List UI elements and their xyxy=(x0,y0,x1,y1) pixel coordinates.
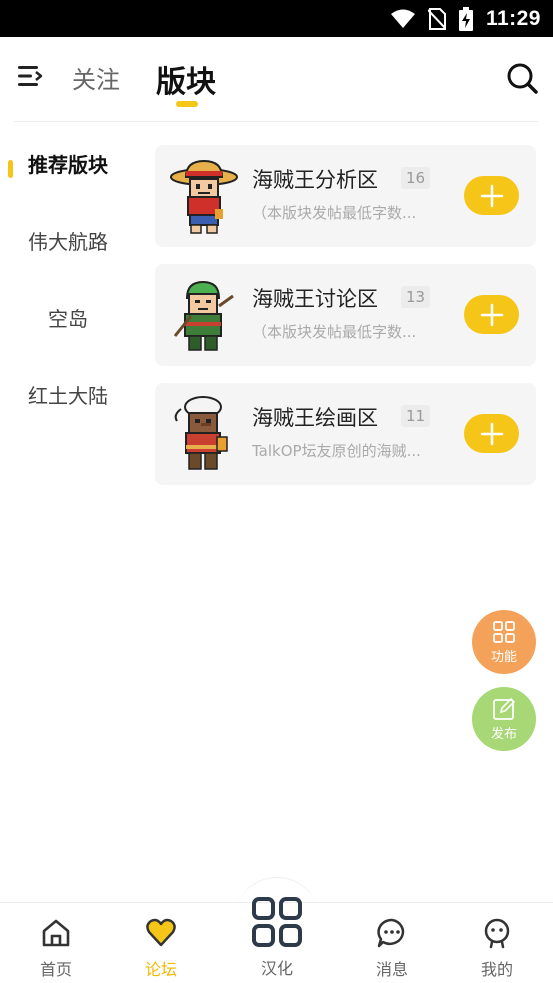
board-card-drawing[interactable]: 海贼王绘画区 11 TalkOP坛友原创的海贼... xyxy=(155,383,536,485)
wifi-icon xyxy=(390,9,415,28)
nav-messages[interactable]: 消息 xyxy=(347,903,437,983)
publish-fab-label: 发布 xyxy=(490,727,517,742)
luffy-avatar xyxy=(170,159,238,234)
grid-icon xyxy=(493,621,515,643)
edit-icon xyxy=(493,697,516,720)
board-post-count: 11 xyxy=(401,405,431,427)
follow-board-button[interactable] xyxy=(464,176,519,215)
status-time: 11:29 xyxy=(485,6,541,30)
heart-icon xyxy=(146,918,176,947)
board-title: 海贼王讨论区 xyxy=(252,287,378,311)
grid-icon xyxy=(252,897,302,947)
nav-translation-label: 汉化 xyxy=(260,959,293,978)
search-icon[interactable] xyxy=(505,61,539,95)
sidebar-item-label: 伟大航路 xyxy=(28,230,108,254)
plus-icon xyxy=(480,303,503,326)
sidebar-item-recommended[interactable]: 推荐版块 xyxy=(0,138,140,178)
nav-forum[interactable]: 论坛 xyxy=(116,903,206,983)
profile-icon xyxy=(484,918,510,949)
sidebar-item-grand-line[interactable]: 伟大航路 xyxy=(0,216,140,256)
follow-board-button[interactable] xyxy=(464,414,519,453)
nav-translation[interactable]: 汉化 xyxy=(232,893,322,983)
usopp-avatar xyxy=(174,396,228,470)
header: 关注 版块 xyxy=(0,37,553,123)
home-icon xyxy=(42,919,70,947)
follow-board-button[interactable] xyxy=(464,295,519,334)
tab-follow[interactable]: 关注 xyxy=(72,60,120,95)
board-description: （本版块发帖最低字数... xyxy=(252,323,417,341)
board-description: （本版块发帖最低字数... xyxy=(252,204,417,222)
nav-profile-label: 我的 xyxy=(480,960,513,979)
plus-icon xyxy=(480,184,503,207)
status-icons: 11:29 xyxy=(390,0,541,37)
no-sim-icon xyxy=(427,7,446,30)
function-fab-label: 功能 xyxy=(490,650,517,665)
board-post-count: 13 xyxy=(401,286,431,308)
board-post-count: 16 xyxy=(401,167,431,189)
sidebar-item-label: 空岛 xyxy=(48,307,88,331)
battery-charging-icon xyxy=(458,6,473,31)
sidebar-item-label: 推荐版块 xyxy=(28,153,108,177)
function-fab[interactable]: 功能 xyxy=(472,610,536,674)
nav-forum-label: 论坛 xyxy=(144,960,177,979)
sidebar-item-label: 红土大陆 xyxy=(28,384,108,408)
publish-fab[interactable]: 发布 xyxy=(472,687,536,751)
nav-home[interactable]: 首页 xyxy=(11,903,101,983)
board-title: 海贼王绘画区 xyxy=(252,406,378,430)
tab-active-indicator xyxy=(176,101,198,107)
menu-icon[interactable] xyxy=(16,63,46,89)
board-description: TalkOP坛友原创的海贼... xyxy=(252,442,421,460)
nav-messages-label: 消息 xyxy=(375,960,408,979)
status-bar: 11:29 xyxy=(0,0,553,37)
board-title: 海贼王分析区 xyxy=(252,168,378,192)
board-card-discussion[interactable]: 海贼王讨论区 13 （本版块发帖最低字数... xyxy=(155,264,536,366)
nav-home-label: 首页 xyxy=(39,960,72,979)
board-card-analysis[interactable]: 海贼王分析区 16 （本版块发帖最低字数... xyxy=(155,145,536,247)
zoro-avatar xyxy=(173,280,234,351)
header-divider xyxy=(14,121,538,122)
tab-board[interactable]: 版块 xyxy=(156,57,216,101)
plus-icon xyxy=(480,422,503,445)
sidebar-active-marker xyxy=(8,160,13,178)
nav-profile[interactable]: 我的 xyxy=(452,903,542,983)
chat-icon xyxy=(377,918,405,948)
sidebar-item-red-line[interactable]: 红土大陆 xyxy=(0,370,140,410)
sidebar-item-sky-island[interactable]: 空岛 xyxy=(0,293,140,333)
